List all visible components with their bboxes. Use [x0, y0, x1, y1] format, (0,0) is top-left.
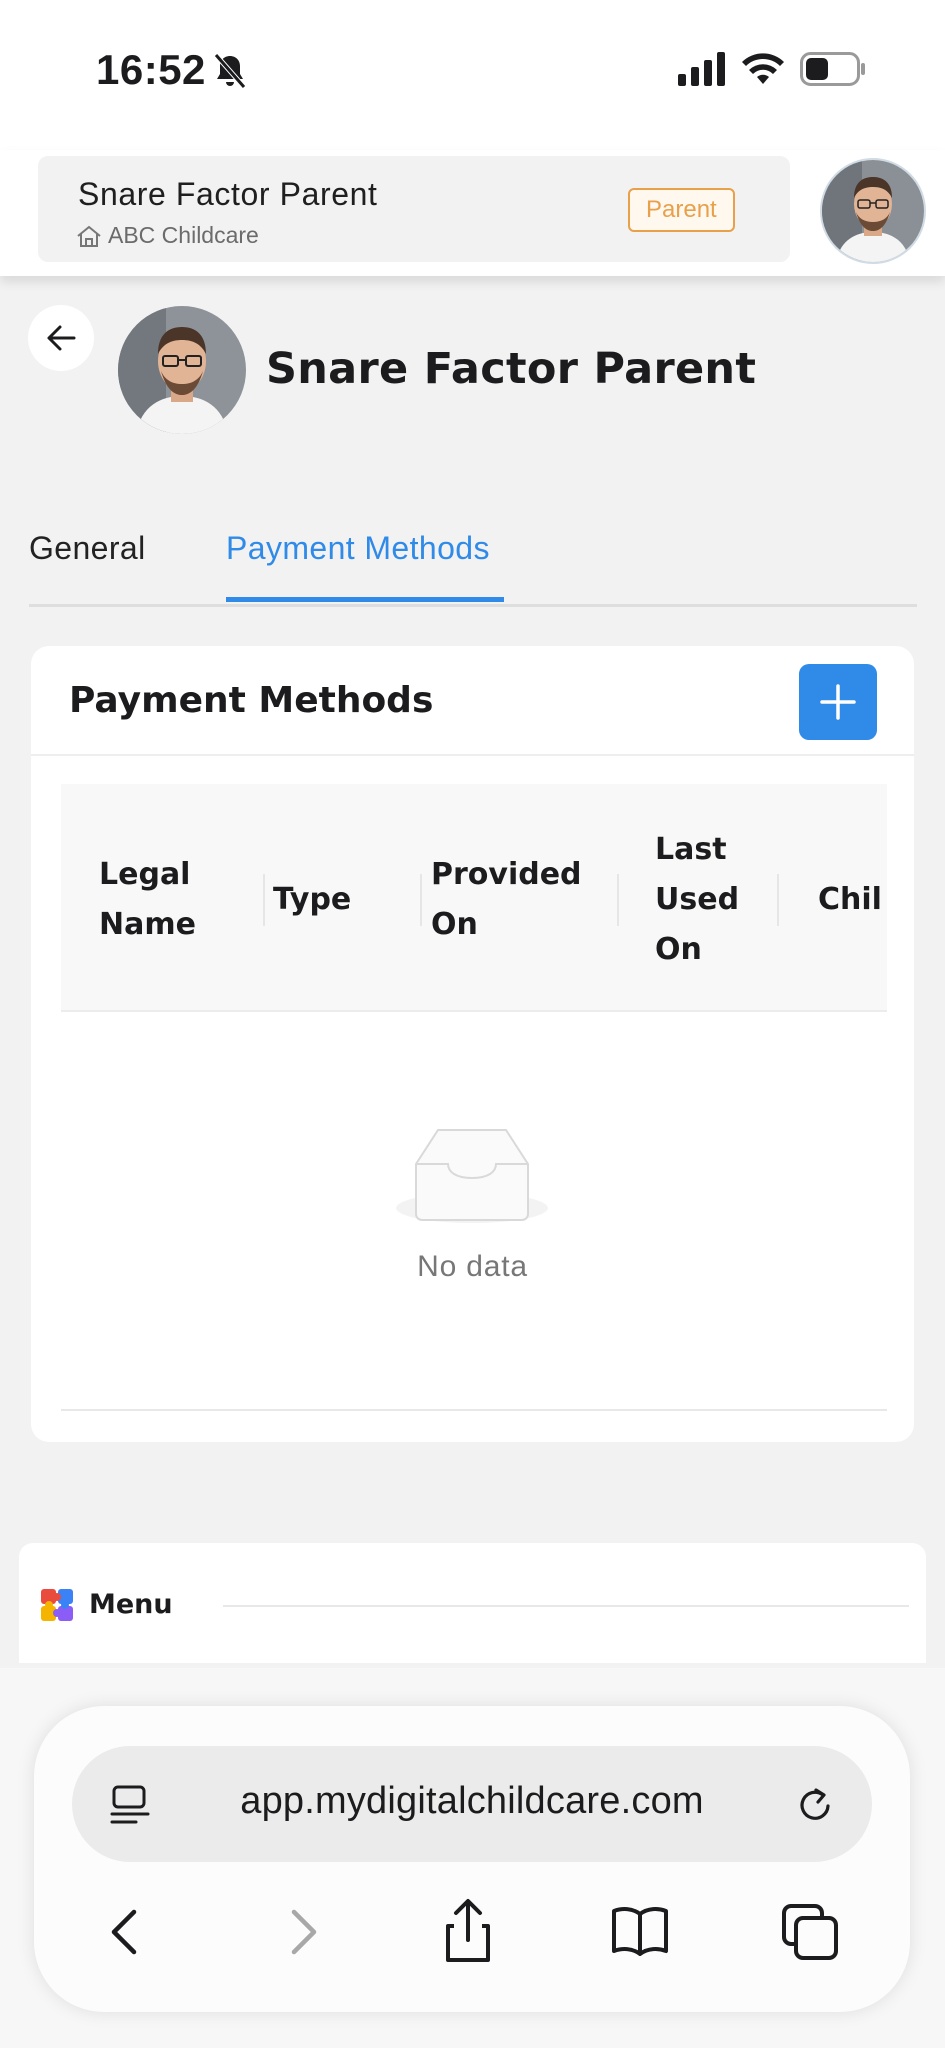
- column-separator: [263, 874, 265, 926]
- card-title: Payment Methods: [69, 680, 434, 721]
- column-separator: [420, 874, 422, 926]
- share-icon[interactable]: [428, 1892, 508, 1972]
- battery-icon: [800, 52, 865, 86]
- role-badge: Parent: [628, 188, 735, 232]
- add-payment-method-button[interactable]: [799, 664, 877, 740]
- header-line: Legal: [99, 857, 191, 892]
- menu-divider: [223, 1605, 909, 1607]
- column-separator: [777, 874, 779, 926]
- header-line: Type: [273, 882, 352, 917]
- header-line: Name: [99, 907, 196, 942]
- header-line: Chil: [818, 882, 882, 917]
- card-divider: [31, 754, 914, 756]
- header-avatar[interactable]: [820, 158, 926, 264]
- tab-payment-methods[interactable]: Payment Methods: [226, 530, 490, 567]
- bookmarks-icon[interactable]: [600, 1892, 680, 1972]
- user-switcher[interactable]: Snare Factor Parent ABC Childcare Parent: [38, 156, 790, 262]
- payment-methods-card: Payment Methods Legal Name Type Provided…: [31, 646, 914, 1442]
- app-header: Snare Factor Parent ABC Childcare Parent: [0, 150, 945, 276]
- url-text: app.mydigitalchildcare.com: [240, 1780, 704, 1822]
- column-header-children[interactable]: Chil: [818, 875, 882, 925]
- tab-general[interactable]: General: [29, 530, 146, 567]
- status-bar: 16:52: [0, 0, 945, 150]
- header-user-name: Snare Factor Parent: [78, 176, 378, 212]
- avatar-image: [822, 160, 924, 262]
- header-line: On: [655, 932, 702, 967]
- profile-name: Snare Factor Parent: [266, 344, 757, 394]
- tabs-icon[interactable]: [770, 1892, 850, 1972]
- status-time: 16:52: [96, 46, 206, 93]
- profile-avatar: [118, 306, 246, 434]
- empty-state-text: No data: [417, 1250, 528, 1283]
- bell-slash-icon: [214, 53, 246, 89]
- payment-methods-table[interactable]: Legal Name Type Provided On Last Used On…: [61, 784, 887, 1410]
- profile-tabs: General Payment Methods: [29, 520, 917, 607]
- plus-icon: [820, 684, 856, 720]
- column-separator: [617, 874, 619, 926]
- back-button[interactable]: [28, 305, 94, 371]
- table-header: Legal Name Type Provided On Last Used On…: [61, 784, 887, 1012]
- puzzle-icon: [41, 1589, 73, 1621]
- header-line: Used: [655, 882, 740, 917]
- back-icon[interactable]: [86, 1892, 166, 1972]
- empty-inbox-icon: [396, 1129, 548, 1223]
- menu-panel[interactable]: Menu: [19, 1543, 926, 1663]
- header-line: On: [431, 907, 478, 942]
- menu-label: Menu: [89, 1589, 173, 1620]
- address-bar[interactable]: app.mydigitalchildcare.com: [72, 1746, 872, 1862]
- reload-icon[interactable]: [794, 1782, 838, 1826]
- table-bottom-border: [61, 1409, 887, 1411]
- forward-icon[interactable]: [262, 1892, 342, 1972]
- header-line: Provided: [431, 857, 582, 892]
- wifi-icon: [742, 53, 784, 84]
- header-school-name: ABC Childcare: [108, 222, 259, 248]
- avatar-image: [118, 306, 246, 434]
- browser-toolbar: app.mydigitalchildcare.com: [34, 1706, 910, 2012]
- column-header-type[interactable]: Type: [273, 875, 351, 925]
- home-icon: [77, 225, 101, 247]
- column-header-legal-name[interactable]: Legal Name: [99, 850, 196, 950]
- header-line: Last: [655, 832, 727, 867]
- arrow-left-icon: [47, 325, 76, 351]
- column-header-provided-on[interactable]: Provided On: [431, 850, 582, 950]
- active-tab-indicator: [226, 597, 504, 602]
- cellular-signal-icon: [678, 52, 725, 86]
- column-header-last-used-on[interactable]: Last Used On: [655, 825, 739, 975]
